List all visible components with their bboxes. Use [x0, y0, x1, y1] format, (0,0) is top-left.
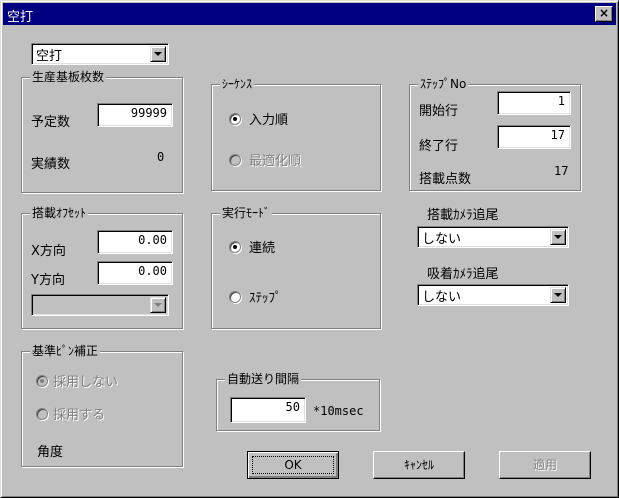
suction-camera-label: 吸着ｶﾒﾗ追尾 — [427, 267, 499, 282]
close-button[interactable]: × — [595, 6, 613, 22]
actual-count-label: 実績数 — [31, 157, 71, 172]
window-title: 空打 — [7, 10, 34, 25]
radio-dot-icon — [233, 245, 237, 249]
mount-offset-title: 搭載ｵﾌｾｯﾄ — [30, 205, 89, 221]
end-row-label: 終了行 — [419, 139, 459, 154]
mount-count-value: 17 — [554, 164, 569, 178]
reference-pin-title: 基準ﾋﾟﾝ補正 — [30, 343, 101, 359]
pin-use-radio[interactable] — [36, 408, 48, 420]
close-icon: × — [598, 6, 610, 20]
mode-select[interactable]: 空打 — [31, 43, 169, 65]
step-label: ｽﾃｯﾌﾟ — [249, 291, 282, 306]
input-order-label: 入力順 — [249, 113, 289, 128]
dialog-window: 空打 × 空打 生産基板枚数 予定数 99999 実績数 0 搭載ｵﾌｾｯﾄ X… — [0, 0, 619, 498]
apply-button[interactable]: 適用 — [499, 451, 591, 479]
chevron-down-icon — [154, 303, 162, 307]
execution-mode-title: 実行ﾓｰﾄﾞ — [220, 205, 273, 221]
chevron-down-icon — [554, 293, 562, 297]
optimized-order-radio[interactable] — [229, 154, 241, 166]
sequence-title: ｼｰｹﾝｽ — [220, 76, 255, 92]
input-order-radio[interactable] — [229, 113, 241, 125]
mount-camera-select-value: しない — [422, 232, 462, 247]
mount-camera-select[interactable]: しない — [417, 226, 569, 248]
suction-camera-select[interactable]: しない — [417, 284, 569, 306]
cancel-button-label: ｷｬﾝｾﾙ — [403, 458, 434, 472]
actual-count-value: 0 — [157, 150, 165, 164]
mount-count-label: 搭載点数 — [419, 172, 472, 187]
y-offset-field[interactable]: 0.00 — [97, 261, 173, 285]
offset-select-dropdown-button[interactable] — [150, 297, 166, 313]
production-count-group: 生産基板枚数 — [21, 69, 183, 193]
focus-rectangle — [252, 456, 334, 474]
ok-button[interactable]: OK — [247, 451, 339, 479]
chevron-down-icon — [154, 52, 162, 56]
chevron-down-icon — [554, 235, 562, 239]
mount-camera-dropdown-button[interactable] — [550, 229, 566, 245]
x-direction-label: X方向 — [31, 244, 66, 259]
start-row-field[interactable]: 1 — [497, 91, 571, 115]
pin-not-use-radio[interactable] — [36, 375, 48, 387]
step-radio[interactable] — [229, 291, 241, 303]
sequence-group: ｼｰｹﾝｽ — [211, 76, 381, 191]
start-row-label: 開始行 — [419, 104, 459, 119]
cancel-button[interactable]: ｷｬﾝｾﾙ — [373, 451, 465, 479]
optimized-order-label: 最適化順 — [249, 154, 302, 169]
radio-dot-icon — [233, 117, 237, 121]
angle-label: 角度 — [37, 445, 64, 460]
step-number-title: ｽﾃｯﾌﾟNo — [418, 76, 469, 92]
x-offset-field[interactable]: 0.00 — [97, 230, 173, 254]
mount-camera-label: 搭載ｶﾒﾗ追尾 — [427, 208, 499, 223]
continuous-label: 連続 — [249, 241, 276, 256]
suction-camera-select-value: しない — [422, 290, 462, 305]
y-direction-label: Y方向 — [31, 273, 65, 288]
production-count-title: 生産基板枚数 — [30, 69, 107, 85]
pin-not-use-label: 採用しない — [53, 375, 119, 390]
radio-dot-icon — [40, 379, 44, 383]
execution-mode-group: 実行ﾓｰﾄﾞ — [211, 205, 381, 329]
end-row-field[interactable]: 17 — [497, 125, 571, 149]
pin-use-label: 採用する — [53, 408, 106, 423]
offset-select[interactable] — [31, 294, 169, 316]
planned-count-label: 予定数 — [31, 115, 71, 130]
auto-feed-field[interactable]: 50 — [230, 397, 306, 423]
auto-feed-unit: *10msec — [313, 404, 364, 418]
auto-feed-title: 自動送り間隔 — [225, 371, 302, 387]
planned-count-field[interactable]: 99999 — [97, 103, 173, 127]
title-bar[interactable]: 空打 × — [3, 3, 616, 25]
mode-select-dropdown-button[interactable] — [150, 46, 166, 62]
suction-camera-dropdown-button[interactable] — [550, 287, 566, 303]
continuous-radio[interactable] — [229, 241, 241, 253]
mode-select-value: 空打 — [36, 49, 63, 64]
apply-button-label: 適用 — [532, 458, 557, 472]
